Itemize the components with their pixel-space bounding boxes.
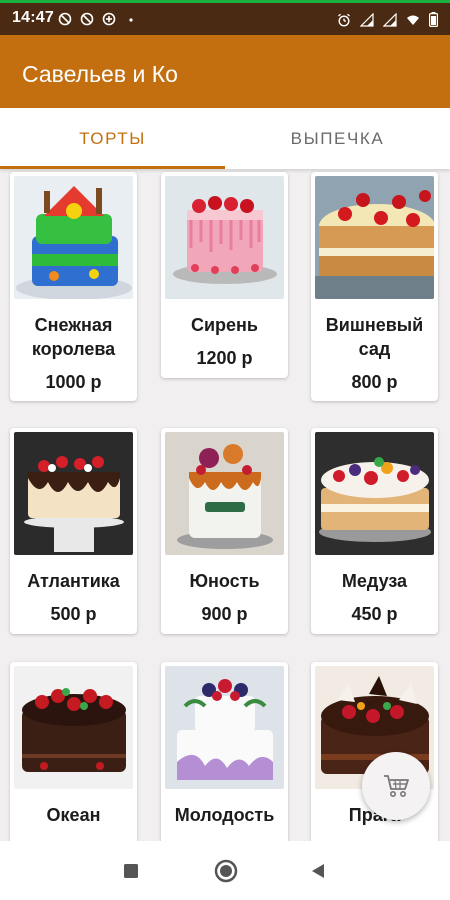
product-price: 450 р bbox=[351, 604, 398, 624]
product-name: Молодость bbox=[174, 805, 275, 825]
signal-icon bbox=[360, 12, 374, 27]
product-name: Медуза bbox=[341, 571, 408, 591]
no-signal-icon bbox=[58, 12, 72, 26]
recents-square-icon bbox=[124, 864, 138, 878]
app-bar: Савельев и Ко bbox=[0, 35, 450, 108]
product-name: Сирень bbox=[190, 315, 258, 335]
product-price: 900 р bbox=[201, 604, 248, 624]
product-price: 800 р bbox=[351, 372, 398, 392]
product-image bbox=[14, 432, 133, 555]
product-name: Снежная королева bbox=[31, 315, 116, 359]
product-card[interactable]: Прага bbox=[311, 662, 438, 841]
product-card[interactable]: Медуза 450 р bbox=[311, 428, 438, 634]
product-name: Вишневый сад bbox=[325, 315, 424, 359]
product-name: Океан bbox=[46, 805, 101, 825]
product-price: 1000 р bbox=[45, 372, 102, 392]
back-triangle-icon bbox=[312, 864, 324, 878]
back-button[interactable] bbox=[304, 857, 332, 885]
tab-bar: ТОРТЫ ВЫПЕЧКА bbox=[0, 108, 450, 169]
signal-icon bbox=[383, 12, 397, 27]
dot-icon bbox=[129, 18, 133, 22]
recents-button[interactable] bbox=[117, 857, 145, 885]
no-signal-icon bbox=[80, 12, 94, 26]
product-price: 1200 р bbox=[196, 348, 253, 368]
product-image bbox=[165, 176, 284, 299]
status-time: 14:47 bbox=[12, 9, 54, 26]
product-card[interactable]: Вишневый сад 800 р bbox=[311, 172, 438, 401]
product-image bbox=[165, 666, 284, 789]
app-title: Савельев и Ко bbox=[22, 61, 178, 87]
home-button[interactable] bbox=[212, 857, 240, 885]
product-image bbox=[315, 176, 434, 299]
product-image bbox=[315, 432, 434, 555]
cart-icon bbox=[384, 775, 409, 797]
cart-button[interactable] bbox=[362, 752, 430, 820]
product-card[interactable]: Океан bbox=[10, 662, 137, 841]
alarm-icon bbox=[338, 13, 350, 27]
product-name: Атлантика bbox=[27, 571, 120, 591]
tab-cakes[interactable]: ТОРТЫ bbox=[0, 108, 225, 169]
product-card[interactable]: Юность 900 р bbox=[161, 428, 288, 634]
battery-icon bbox=[429, 12, 438, 27]
product-card[interactable]: Атлантика 500 р bbox=[10, 428, 137, 634]
system-nav-bar bbox=[0, 841, 450, 900]
product-image bbox=[14, 666, 133, 789]
product-name: Юность bbox=[189, 571, 260, 591]
home-circle-icon bbox=[214, 859, 238, 883]
product-image bbox=[165, 432, 284, 555]
product-card[interactable]: Молодость bbox=[161, 662, 288, 841]
product-card[interactable]: Сирень 1200 р bbox=[161, 172, 288, 378]
product-grid[interactable]: Снежная королева 1000 р Сирень 1200 р Ви… bbox=[0, 169, 450, 841]
product-price: 500 р bbox=[50, 604, 97, 624]
product-image bbox=[14, 176, 133, 299]
tab-pastry[interactable]: ВЫПЕЧКА bbox=[225, 108, 450, 169]
data-saver-icon bbox=[102, 12, 116, 26]
wifi-icon bbox=[407, 15, 419, 25]
status-bar: 14:47 bbox=[0, 0, 450, 35]
product-card[interactable]: Снежная королева 1000 р bbox=[10, 172, 137, 401]
